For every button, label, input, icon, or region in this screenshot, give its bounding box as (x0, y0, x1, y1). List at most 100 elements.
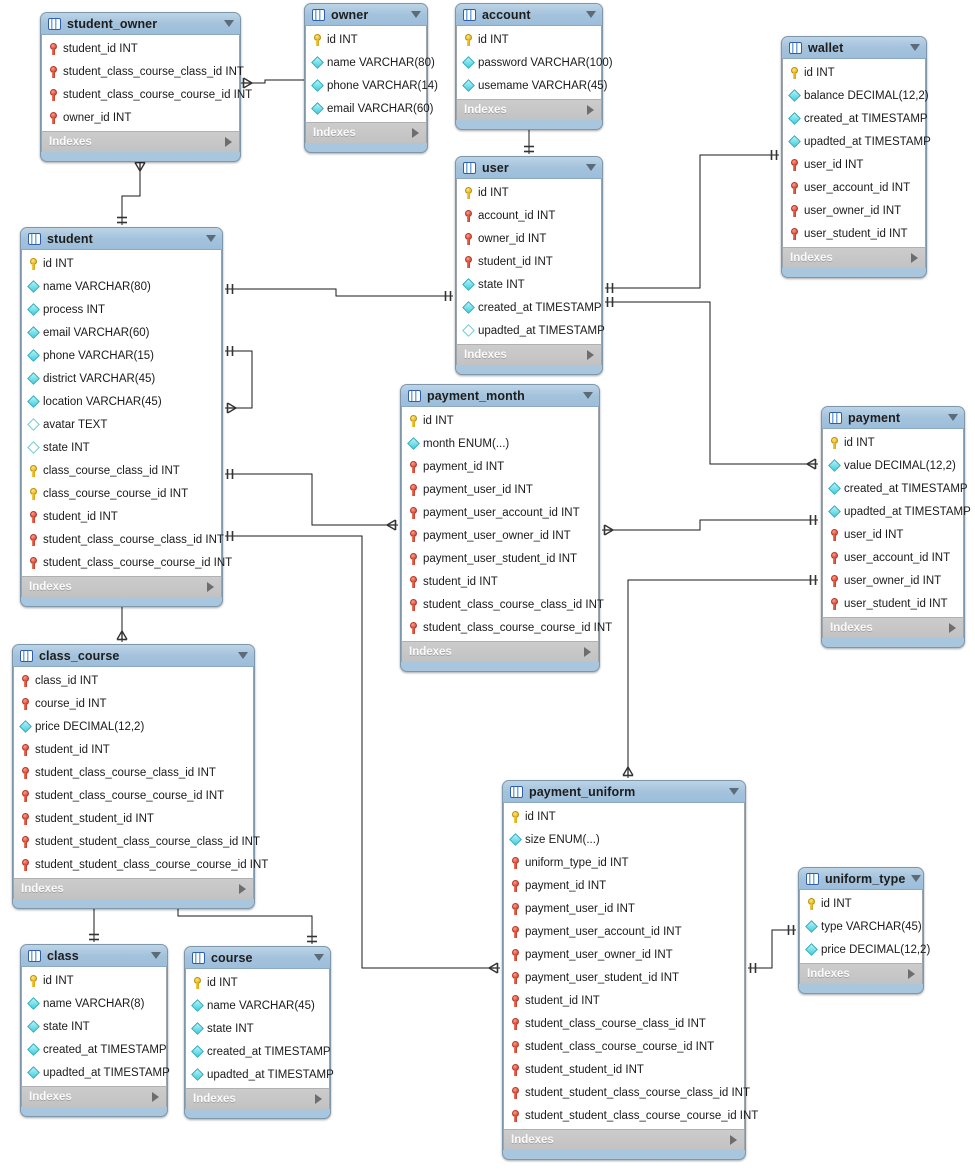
expand-chevron-right-icon[interactable] (315, 1094, 322, 1104)
column-row[interactable]: email VARCHAR(60) (22, 321, 221, 344)
column-row[interactable]: student_class_course_class_id INT (402, 593, 604, 616)
column-row[interactable]: state INT (457, 273, 601, 296)
column-row[interactable]: phone VARCHAR(14) (306, 74, 438, 97)
column-row[interactable]: usemame VARCHAR(45) (457, 74, 608, 97)
column-row[interactable]: owner_id INT (42, 106, 239, 129)
table-payment_month[interactable]: payment_month id INT month ENUM(...) paymen… (400, 384, 612, 672)
column-row[interactable]: name VARCHAR(8) (22, 992, 166, 1015)
indexes-section[interactable]: Indexes (21, 576, 222, 597)
table-uniform_type[interactable]: uniform_type id INT type VARCHAR(45) price … (798, 867, 930, 994)
column-row[interactable]: student_id INT (457, 250, 601, 273)
column-row[interactable]: created_at TIMESTAMP (783, 107, 928, 130)
expand-chevron-right-icon[interactable] (730, 1135, 737, 1145)
relationship-payment-to-payment_month[interactable] (602, 515, 818, 536)
expand-chevron-right-icon[interactable] (152, 1092, 159, 1102)
table-payment[interactable]: payment id INT value DECIMAL(12,2) created_… (821, 406, 971, 648)
collapse-chevron-down-icon[interactable] (586, 164, 596, 171)
collapse-chevron-down-icon[interactable] (411, 11, 421, 18)
column-row[interactable]: name VARCHAR(80) (22, 275, 221, 298)
column-row[interactable]: payment_id INT (504, 874, 744, 897)
table-owner[interactable]: owner id INT name VARCHAR(80) phone VARCHAR… (304, 3, 438, 153)
column-row[interactable]: student_id INT (14, 738, 253, 761)
column-row[interactable]: user_account_id INT (783, 176, 925, 199)
column-row[interactable]: student_class_course_course_id INT (504, 1035, 744, 1058)
indexes-section[interactable]: Indexes (41, 131, 240, 152)
column-row[interactable]: id INT (504, 805, 744, 828)
table-header[interactable]: uniform_type (799, 868, 923, 890)
table-header[interactable]: account (456, 4, 602, 26)
table-payment_uniform[interactable]: payment_uniform id INT size ENUM(...) unifo… (502, 780, 758, 1160)
collapse-chevron-down-icon[interactable] (948, 414, 958, 421)
column-row[interactable]: student_student_class_course_class_id IN… (504, 1081, 750, 1104)
column-row[interactable]: id INT (823, 431, 963, 454)
column-row[interactable]: student_id INT (22, 505, 221, 528)
relationship-student-to-student[interactable] (225, 346, 253, 414)
column-row[interactable]: student_id INT (504, 989, 744, 1012)
relationship-user-to-payment[interactable] (605, 297, 818, 470)
collapse-chevron-down-icon[interactable] (586, 11, 596, 18)
column-row[interactable]: user_owner_id INT (823, 569, 963, 592)
indexes-section[interactable]: Indexes (822, 617, 964, 638)
column-row[interactable]: class_course_class_id INT (22, 459, 221, 482)
indexes-section[interactable]: Indexes (799, 963, 923, 984)
column-row[interactable]: user_student_id INT (783, 222, 925, 245)
table-header[interactable]: payment_month (401, 385, 599, 407)
column-row[interactable]: created_at TIMESTAMP (457, 296, 602, 319)
column-row[interactable]: student_class_course_class_id INT (14, 761, 253, 784)
column-row[interactable]: payment_user_owner_id INT (402, 524, 598, 547)
column-row[interactable]: month ENUM(...) (402, 432, 598, 455)
column-row[interactable]: upadted_at TIMESTAMP (823, 500, 971, 523)
column-row[interactable]: payment_user_id INT (504, 897, 744, 920)
column-row[interactable]: phone VARCHAR(15) (22, 344, 221, 367)
collapse-chevron-down-icon[interactable] (151, 952, 161, 959)
indexes-section[interactable]: Indexes (13, 878, 254, 899)
table-header[interactable]: class_course (13, 645, 254, 667)
table-header[interactable]: payment_uniform (503, 781, 745, 803)
column-row[interactable]: student_student_class_course_class_id IN… (14, 830, 260, 853)
column-row[interactable]: id INT (306, 28, 426, 51)
column-row[interactable]: email VARCHAR(60) (306, 97, 434, 120)
table-account[interactable]: account id INT password VARCHAR(100) usemam… (455, 3, 613, 130)
column-row[interactable]: avatar TEXT (22, 413, 221, 436)
indexes-section[interactable]: Indexes (503, 1129, 745, 1150)
column-row[interactable]: upadted_at TIMESTAMP (457, 319, 605, 342)
column-row[interactable]: name VARCHAR(45) (186, 994, 329, 1017)
collapse-chevron-down-icon[interactable] (238, 652, 248, 659)
table-header[interactable]: student_owner (41, 13, 240, 35)
column-row[interactable]: id INT (783, 61, 925, 84)
collapse-chevron-down-icon[interactable] (583, 392, 593, 399)
collapse-chevron-down-icon[interactable] (910, 44, 920, 51)
column-row[interactable]: user_account_id INT (823, 546, 963, 569)
expand-chevron-right-icon[interactable] (584, 647, 591, 657)
collapse-chevron-down-icon[interactable] (729, 788, 739, 795)
column-row[interactable]: payment_user_owner_id INT (504, 943, 744, 966)
table-student[interactable]: student id INT name VARCHAR(80) process INT… (20, 227, 232, 607)
column-row[interactable]: price DECIMAL(12,2) (800, 938, 930, 961)
column-row[interactable]: student_student_class_course_course_id I… (14, 853, 268, 876)
column-row[interactable]: student_class_course_course_id INT (42, 83, 252, 106)
column-row[interactable]: payment_id INT (402, 455, 598, 478)
indexes-section[interactable]: Indexes (456, 99, 602, 120)
table-class[interactable]: class id INT name VARCHAR(8) state INT creat… (20, 944, 170, 1117)
table-header[interactable]: class (21, 945, 167, 967)
column-row[interactable]: student_class_course_class_id INT (22, 528, 224, 551)
column-row[interactable]: id INT (22, 252, 221, 275)
collapse-chevron-down-icon[interactable] (224, 20, 234, 27)
column-row[interactable]: created_at TIMESTAMP (186, 1040, 331, 1063)
column-row[interactable]: account_id INT (457, 204, 601, 227)
relationship-student_owner-to-student[interactable] (117, 160, 146, 225)
column-row[interactable]: upadted_at TIMESTAMP (186, 1063, 334, 1086)
column-row[interactable]: student_class_course_course_id INT (14, 784, 253, 807)
column-row[interactable]: upadted_at TIMESTAMP (783, 130, 931, 153)
column-row[interactable]: payment_user_account_id INT (504, 920, 744, 943)
expand-chevron-right-icon[interactable] (207, 582, 214, 592)
column-row[interactable]: user_id INT (783, 153, 925, 176)
table-course[interactable]: course id INT name VARCHAR(45) state INT cre… (184, 946, 334, 1119)
column-row[interactable]: state INT (186, 1017, 329, 1040)
expand-chevron-right-icon[interactable] (587, 350, 594, 360)
column-row[interactable]: name VARCHAR(80) (306, 51, 435, 74)
table-header[interactable]: owner (305, 4, 427, 26)
expand-chevron-right-icon[interactable] (949, 623, 956, 633)
column-row[interactable]: password VARCHAR(100) (457, 51, 613, 74)
expand-chevron-right-icon[interactable] (412, 128, 419, 138)
